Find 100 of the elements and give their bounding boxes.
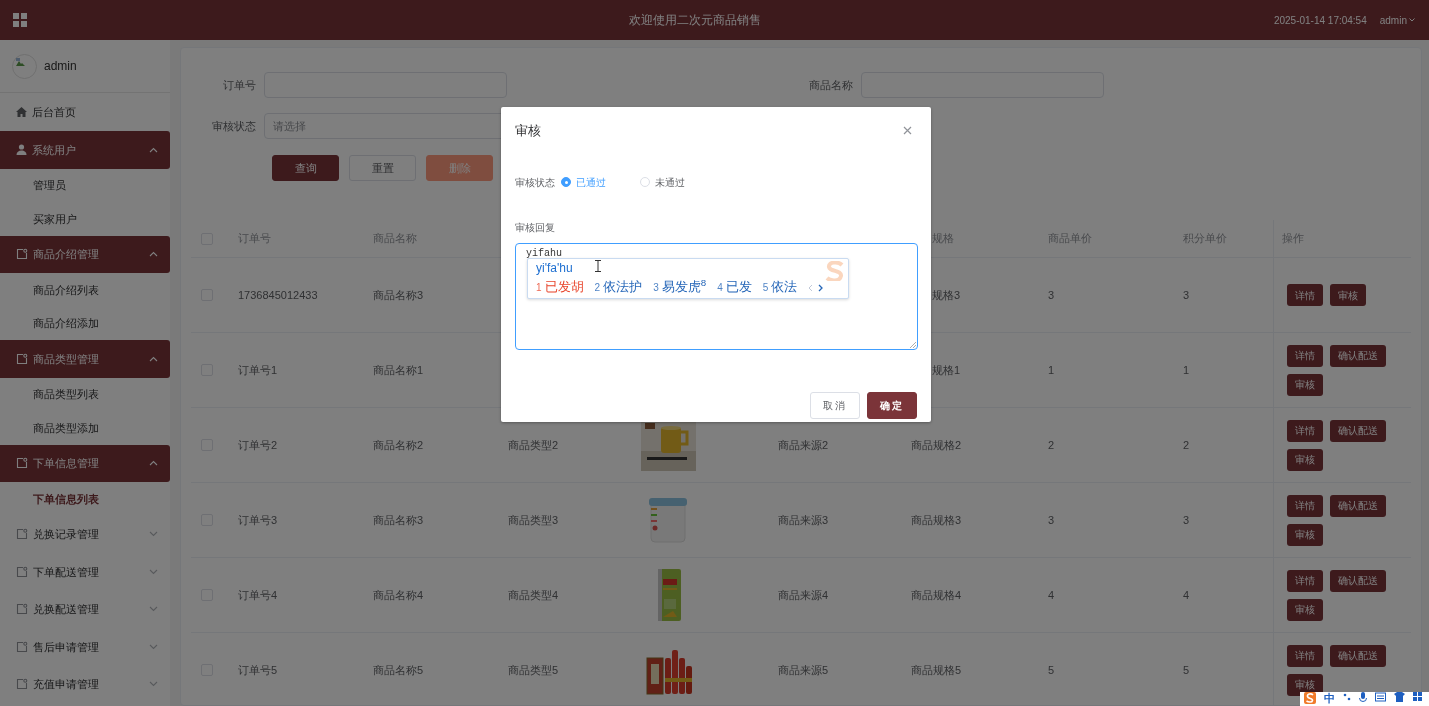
dialog-title: 审核	[515, 122, 541, 140]
submenu-item[interactable]: 下单信息列表	[0, 482, 170, 516]
table-cell-text: 订单号5	[238, 662, 278, 678]
table-cell-text: 5	[1183, 662, 1190, 678]
action-button[interactable]: 审核	[1287, 373, 1323, 396]
table-cell-text: 3	[1183, 512, 1190, 528]
field-label: 审核状态	[515, 175, 556, 190]
document-icon	[16, 248, 28, 261]
table-cell-text: 商品规格4	[911, 587, 962, 603]
user-icon	[16, 144, 27, 156]
table-cell-text: 4	[1048, 587, 1055, 603]
shirt-icon[interactable]	[1394, 692, 1405, 702]
table-cell-text: 2	[1048, 437, 1055, 453]
grid-menu-icon[interactable]	[13, 13, 27, 27]
table-cell-text: 5	[1048, 662, 1055, 678]
chevron-up-icon	[149, 460, 158, 467]
table-cell-text: 3	[1183, 287, 1190, 303]
document-icon	[16, 678, 28, 691]
submenu-item[interactable]: 商品介绍列表	[0, 273, 170, 307]
search-button[interactable]: 查询	[272, 155, 339, 181]
radio-option[interactable]: 未通过	[640, 174, 685, 190]
table-cell-text: 订单号3	[238, 512, 278, 528]
table-cell-text: 1	[1048, 362, 1055, 378]
submenu-item[interactable]: 商品介绍添加	[0, 306, 170, 340]
menu-label: 下单信息管理	[33, 456, 100, 471]
menu-group[interactable]: 下单信息管理	[0, 444, 170, 482]
keyboard-icon[interactable]	[1375, 692, 1386, 702]
user-name: admin	[44, 58, 77, 75]
search-button[interactable]: 重置	[349, 155, 416, 181]
document-icon	[16, 565, 28, 578]
action-button[interactable]: 详情	[1287, 644, 1323, 667]
table-cell-text: 商品名称3	[373, 512, 424, 528]
table-cell-text: 4	[1183, 587, 1190, 603]
action-button[interactable]: 确认配送	[1330, 569, 1386, 592]
ime-candidate[interactable]: 1 已发胡	[536, 278, 584, 295]
table-cell-text: 商品规格3	[911, 512, 962, 528]
action-button[interactable]: 详情	[1287, 569, 1323, 592]
user-menu[interactable]: admin	[1379, 12, 1415, 28]
resize-grip-icon	[910, 341, 916, 348]
action-button[interactable]: 确认配送	[1330, 419, 1386, 442]
microphone-icon[interactable]	[1359, 692, 1367, 704]
table-cell-text: 规格1	[932, 362, 961, 378]
field-label: 审核回复	[515, 220, 556, 235]
field-label: 订单号	[222, 77, 257, 93]
menu-label: 商品类型管理	[33, 351, 100, 367]
submenu-item[interactable]: 商品类型添加	[0, 411, 170, 445]
menu-group[interactable]: 商品类型管理	[0, 340, 170, 378]
document-icon	[16, 603, 28, 616]
table-cell-text: 商品类型2	[508, 437, 559, 453]
radio-option[interactable]: 已通过	[561, 174, 606, 190]
table-cell-text: 商品类型4	[508, 587, 559, 603]
caret-icon	[1409, 18, 1415, 22]
submenu-item[interactable]: 买家用户	[0, 202, 170, 236]
grid-icon[interactable]	[1413, 692, 1422, 702]
table-cell-text: 商品来源2	[778, 437, 829, 453]
action-button[interactable]: 确认配送	[1330, 344, 1386, 367]
punctuation-icon[interactable]	[1343, 692, 1351, 702]
action-button[interactable]: 详情	[1287, 494, 1323, 517]
table-cell-text: 3	[1048, 512, 1055, 528]
dialog-button[interactable]: 确定	[867, 391, 917, 419]
menu-label: 下单配送管理	[33, 564, 100, 580]
ime-candidate[interactable]: 5 依法	[762, 278, 798, 295]
broken-image-icon	[16, 57, 25, 66]
menu-item[interactable]: 后台首页	[0, 93, 170, 131]
action-button[interactable]: 审核	[1287, 448, 1323, 471]
chevron-down-icon	[149, 531, 158, 538]
close-icon[interactable]	[903, 126, 912, 136]
action-button[interactable]: 确认配送	[1330, 644, 1386, 667]
menu-group[interactable]: 系统用户	[0, 131, 170, 169]
field-label: 审核状态	[211, 118, 257, 134]
chevron-up-icon	[149, 251, 158, 258]
table-cell-text: 1736845012433	[238, 287, 318, 303]
dialog-button[interactable]: 取消	[810, 391, 860, 419]
table-cell-text: 2	[1183, 437, 1190, 453]
action-button[interactable]: 审核	[1287, 523, 1323, 546]
ime-candidate[interactable]: 4 已发	[717, 278, 752, 295]
table-cell-text: 商品名称3	[373, 287, 424, 303]
menu-group[interactable]: 商品介绍管理	[0, 235, 170, 273]
ime-candidate[interactable]: 2 依法护	[594, 278, 643, 295]
table-cell-text: 商品类型3	[508, 512, 559, 528]
field-label: 商品名称	[808, 77, 854, 93]
action-button[interactable]: 详情	[1287, 344, 1323, 367]
menu-label: 售后申请管理	[33, 639, 100, 655]
document-icon	[16, 457, 28, 470]
document-icon	[16, 352, 28, 365]
action-button[interactable]: 详情	[1287, 284, 1323, 306]
document-icon	[16, 640, 28, 653]
action-button[interactable]: 确认配送	[1330, 494, 1386, 517]
action-button[interactable]: 审核	[1287, 598, 1323, 621]
action-button[interactable]: 详情	[1287, 419, 1323, 442]
action-button[interactable]: 审核	[1330, 284, 1366, 306]
home-icon	[16, 107, 27, 117]
input-mode[interactable]: 中	[1324, 692, 1335, 705]
table-cell-text: 商品规格5	[911, 662, 962, 678]
table-cell-text: 商品名称4	[373, 587, 424, 603]
ime-candidate[interactable]: 3 易发虎$^{8}$	[653, 278, 707, 295]
chevron-up-icon	[149, 355, 158, 362]
chevron-down-icon	[149, 568, 158, 575]
next-page-icon[interactable]	[818, 283, 824, 292]
menu-label: 后台首页	[32, 104, 76, 120]
